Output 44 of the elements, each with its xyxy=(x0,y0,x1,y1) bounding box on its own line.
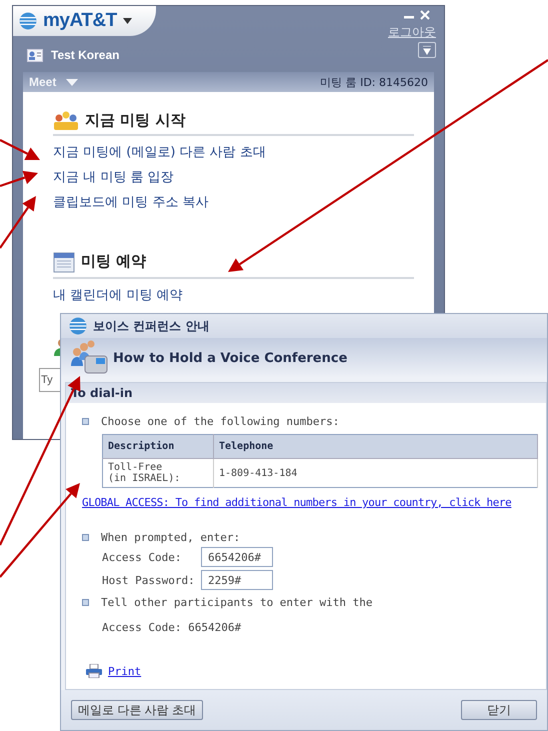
caret-icon[interactable] xyxy=(122,18,132,24)
input-field[interactable]: 6654206# xyxy=(201,547,273,567)
annotation-arrow xyxy=(0,139,40,160)
annotation-arrow xyxy=(0,196,36,249)
section-title: 지금 미팅 시작 xyxy=(85,110,186,130)
user-name-text: Test Korean xyxy=(51,48,120,62)
instruction-text: Tell other participants to enter with the xyxy=(101,596,373,609)
conference-phone-icon xyxy=(69,340,109,376)
contact-card-icon xyxy=(27,48,43,62)
expand-arrow-icon xyxy=(423,46,431,54)
close-button[interactable]: 닫기 xyxy=(461,700,537,720)
dialog-title: 보이스 컨퍼런스 안내 xyxy=(93,318,210,334)
field-label: Access Code: xyxy=(102,550,182,564)
room-id: 미팅 룸 ID: 8145620 xyxy=(320,74,428,90)
action-link[interactable]: 내 캘린더에 미팅 예약 xyxy=(53,283,414,308)
action-link[interactable]: 지금 내 미팅 룸 입장 xyxy=(53,165,414,190)
action-link[interactable]: 지금 미팅에 (메일로) 다른 사람 초대 xyxy=(53,140,414,165)
action-link[interactable]: 클립보드에 미팅 주소 복사 xyxy=(53,190,414,215)
access-code-text: Access Code: 6654206# xyxy=(101,621,242,634)
globe-logo-icon xyxy=(69,317,87,335)
column-header: Telephone xyxy=(214,434,538,458)
bullet-icon xyxy=(82,418,89,425)
table-cell: Toll-Free (in ISRAEL): xyxy=(102,458,214,488)
caret-icon xyxy=(66,78,78,86)
bullet-icon xyxy=(82,599,89,606)
instruction-text: Choose one of the following numbers: xyxy=(101,415,340,428)
logo-text: myAT&T xyxy=(43,10,117,32)
people-group-icon xyxy=(53,110,79,130)
annotation-arrow xyxy=(0,170,38,188)
column-header: Description xyxy=(102,434,214,458)
globe-logo-icon xyxy=(19,12,37,30)
input-field[interactable]: 2259# xyxy=(201,570,273,590)
bullet-icon xyxy=(82,534,89,541)
dialog-heading: How to Hold a Voice Conference xyxy=(113,350,348,366)
close-icon[interactable] xyxy=(420,10,430,20)
print-link[interactable]: Print xyxy=(108,664,142,678)
global-access-link[interactable]: GLOBAL ACCESS: To find additional numbers in your country, click here xyxy=(82,496,546,509)
section-title: 미팅 예약 xyxy=(81,252,146,270)
instruction-text: When prompted, enter: xyxy=(101,531,240,544)
printer-icon xyxy=(86,664,102,678)
field-label: Host Password: xyxy=(102,574,196,586)
expand-button[interactable] xyxy=(418,42,436,58)
invite-button[interactable]: 메일로 다른 사람 초대 xyxy=(71,700,204,720)
table-cell: 1-809-413-184 xyxy=(214,458,538,488)
